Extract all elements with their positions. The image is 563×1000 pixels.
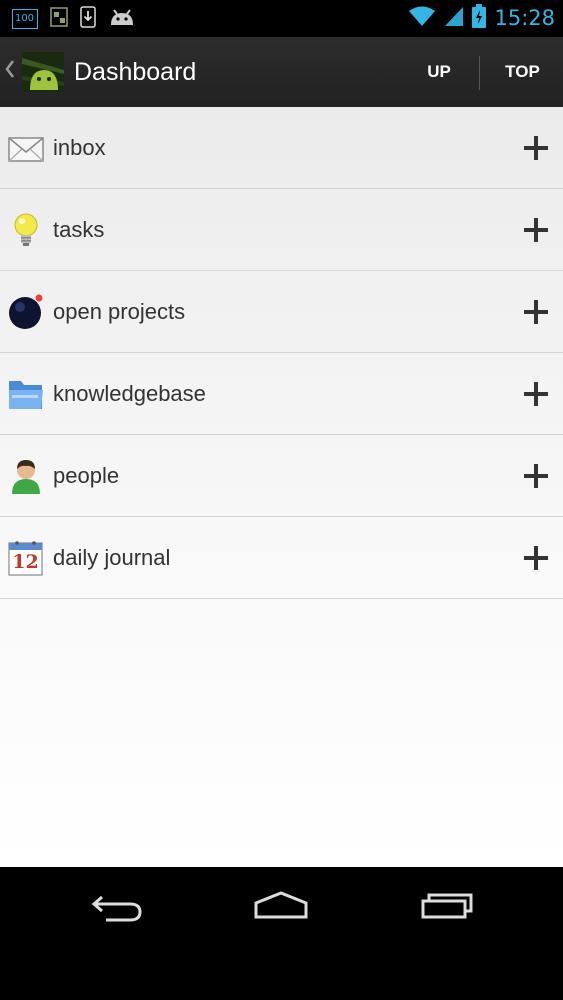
list-item-daily-journal[interactable]: 12 daily journal: [0, 517, 563, 599]
back-icon: [91, 895, 142, 922]
android-notification-icon: [108, 7, 136, 31]
add-knowledgebase-button[interactable]: [515, 373, 557, 415]
up-chevron-icon: [4, 58, 18, 86]
app-logo-icon: [22, 52, 64, 92]
list-item-label: inbox: [53, 135, 106, 160]
recent-apps-button[interactable]: [400, 883, 490, 933]
folder-icon: [8, 375, 44, 413]
action-divider: [479, 56, 480, 90]
sim-notification-icon: [50, 7, 68, 31]
bomb-icon: [8, 293, 44, 331]
list-item-label: people: [53, 463, 120, 488]
person-icon: [8, 457, 44, 495]
download-notification-icon: [80, 6, 96, 32]
navigation-bar: [0, 867, 563, 1000]
list-item-knowledgebase[interactable]: knowledgebase: [0, 353, 563, 435]
add-task-button[interactable]: [515, 209, 557, 251]
battery-icon: [472, 4, 487, 32]
add-inbox-button[interactable]: [515, 127, 557, 169]
lightbulb-icon: [8, 211, 44, 249]
list-item-people[interactable]: people: [0, 435, 563, 517]
signal-icon: [444, 5, 464, 31]
envelope-icon: [8, 129, 44, 167]
home-button[interactable]: [236, 883, 326, 933]
recent-apps-icon: [421, 893, 473, 919]
calendar-icon: 12: [8, 539, 44, 577]
battery-100-badge-text: 100: [14, 13, 35, 24]
top-button[interactable]: TOP: [482, 37, 563, 107]
add-journal-button[interactable]: [515, 537, 557, 579]
page-title: Dashboard: [74, 57, 197, 86]
status-bar: 100 15:28: [0, 0, 563, 37]
wifi-icon: [408, 5, 436, 31]
home-up-button[interactable]: Dashboard: [0, 37, 196, 107]
battery-100-notification-icon: 100: [12, 9, 38, 29]
dashboard-list: inbox tasks open projects knowledgebase: [0, 107, 563, 867]
list-item-tasks[interactable]: tasks: [0, 189, 563, 271]
list-item-inbox[interactable]: inbox: [0, 107, 563, 189]
status-clock: 15:28: [494, 6, 555, 30]
back-button[interactable]: [72, 883, 162, 933]
calendar-day-number: 12: [12, 551, 39, 573]
list-item-label: open projects: [53, 299, 186, 324]
add-person-button[interactable]: [515, 455, 557, 497]
add-project-button[interactable]: [515, 291, 557, 333]
home-icon: [254, 891, 308, 919]
list-item-label: tasks: [53, 217, 105, 242]
list-item-label: daily journal: [53, 545, 171, 570]
up-button[interactable]: UP: [400, 37, 478, 107]
list-item-label: knowledgebase: [53, 381, 206, 406]
action-bar: Dashboard UP TOP: [0, 37, 563, 108]
list-item-open-projects[interactable]: open projects: [0, 271, 563, 353]
